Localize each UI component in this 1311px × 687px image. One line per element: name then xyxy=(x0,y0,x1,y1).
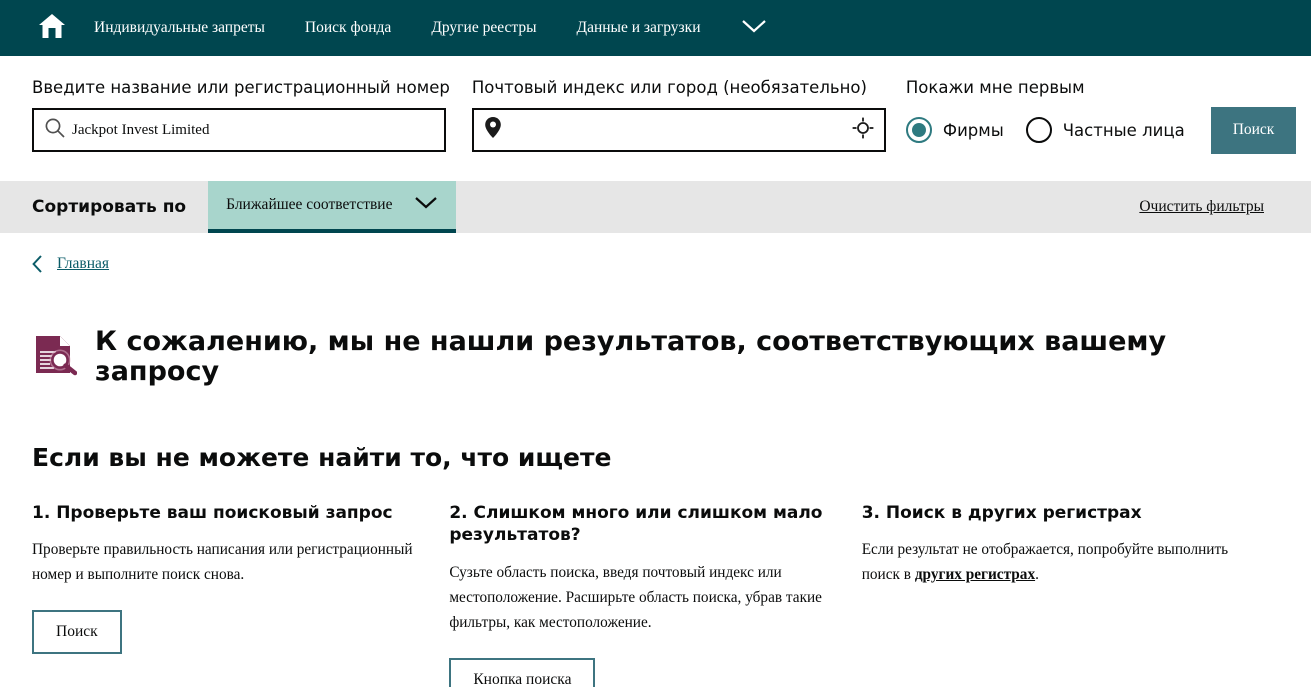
location-field-label: Почтовый индекс или город (необязательно… xyxy=(471,78,867,97)
location-search-group: Почтовый индекс или город (необязательно… xyxy=(471,78,886,152)
location-search-box[interactable] xyxy=(471,108,886,152)
other-registers-link[interactable]: других регистрах xyxy=(915,566,1035,583)
help-column-title: 1. Проверьте ваш поисковый запрос xyxy=(32,502,393,523)
radio-unselected-icon xyxy=(1025,117,1052,143)
chevron-down-icon xyxy=(414,195,438,215)
entity-type-radio-group: Фирмы Частные лица Поиск xyxy=(905,106,1297,154)
nav-dropdown-toggle[interactable] xyxy=(741,18,767,39)
crosshair-locate-icon[interactable] xyxy=(852,117,874,144)
help-column-body: Сузьте область поиска, введя почтовый ин… xyxy=(449,564,822,631)
top-navigation-bar: Индивидуальные запреты Поиск фонда Други… xyxy=(0,0,1311,56)
name-search-box[interactable] xyxy=(32,108,446,152)
help-column-body: Проверьте правильность написания или рег… xyxy=(32,541,413,584)
clear-filters-link[interactable]: Очистить фильтры xyxy=(1139,181,1264,233)
nav-items: Индивидуальные запреты Поиск фонда Други… xyxy=(94,18,767,39)
sort-by-label: Сортировать по xyxy=(32,197,187,217)
search-button-column-1[interactable]: Поиск xyxy=(32,610,122,654)
search-band: Введите название или регистрационный ном… xyxy=(0,56,1311,181)
search-button-column-2[interactable]: Кнопка поиска xyxy=(449,657,596,687)
location-search-input[interactable] xyxy=(501,121,852,139)
help-column-other-registers: 3. Поиск в других регистрах Если результ… xyxy=(862,502,1279,687)
search-icon xyxy=(44,117,66,144)
radio-label-individuals: Частные лица xyxy=(1062,120,1185,140)
radio-option-individuals[interactable]: Частные лица xyxy=(1025,117,1185,143)
page-title: К сожалению, мы не нашли результатов, со… xyxy=(95,326,1167,387)
chevron-down-icon xyxy=(741,18,767,39)
help-section-heading: Если вы не можете найти то, что ищете xyxy=(32,442,612,472)
help-body-text-after: . xyxy=(1035,566,1039,584)
sort-by-selected-value: Ближайшее соответствие xyxy=(226,196,393,213)
nav-item-fund-search[interactable]: Поиск фонда xyxy=(305,19,391,37)
name-field-label: Введите название или регистрационный ном… xyxy=(32,78,450,97)
help-column-title: 3. Поиск в других регистрах xyxy=(861,502,1142,523)
help-column-check-query: 1. Проверьте ваш поисковый запрос Провер… xyxy=(32,502,449,687)
map-pin-icon xyxy=(484,116,502,144)
help-column-title: 2. Слишком много или слишком мало резуль… xyxy=(449,502,823,546)
document-search-icon xyxy=(32,332,78,382)
help-columns: 1. Проверьте ваш поисковый запрос Провер… xyxy=(32,502,1279,687)
radio-label-firms: Фирмы xyxy=(942,120,1004,140)
show-me-first-group: Покажи мне первым Фирмы Частные лица Пои… xyxy=(905,78,1297,154)
main-content: Главная К сожалению, мы не нашли результ… xyxy=(0,255,1311,687)
radio-option-firms[interactable]: Фирмы xyxy=(905,117,1004,143)
show-me-first-label: Покажи мне первым xyxy=(905,78,1085,97)
name-search-group: Введите название или регистрационный ном… xyxy=(32,78,450,152)
help-column-body: Если результат не отображается, попробуй… xyxy=(862,538,1279,588)
home-button[interactable] xyxy=(32,8,72,48)
home-icon xyxy=(38,13,66,44)
breadcrumb[interactable]: Главная xyxy=(32,255,109,273)
name-search-input[interactable] xyxy=(66,121,434,139)
no-results-headline-row: К сожалению, мы не нашли результатов, со… xyxy=(32,309,1279,405)
radio-selected-icon xyxy=(905,117,932,143)
nav-item-other-registers[interactable]: Другие реестры xyxy=(431,19,536,37)
chevron-left-icon xyxy=(32,255,43,273)
breadcrumb-home-link[interactable]: Главная xyxy=(57,255,109,273)
nav-item-individual-bans[interactable]: Индивидуальные запреты xyxy=(94,19,265,37)
help-column-too-many-results: 2. Слишком много или слишком мало резуль… xyxy=(449,502,861,687)
sort-bar: Сортировать по Ближайшее соответствие Оч… xyxy=(0,181,1311,233)
sort-by-dropdown[interactable]: Ближайшее соответствие xyxy=(208,181,457,233)
search-submit-button[interactable]: Поиск xyxy=(1210,106,1297,154)
nav-item-data-and-downloads[interactable]: Данные и загрузки xyxy=(577,19,701,37)
